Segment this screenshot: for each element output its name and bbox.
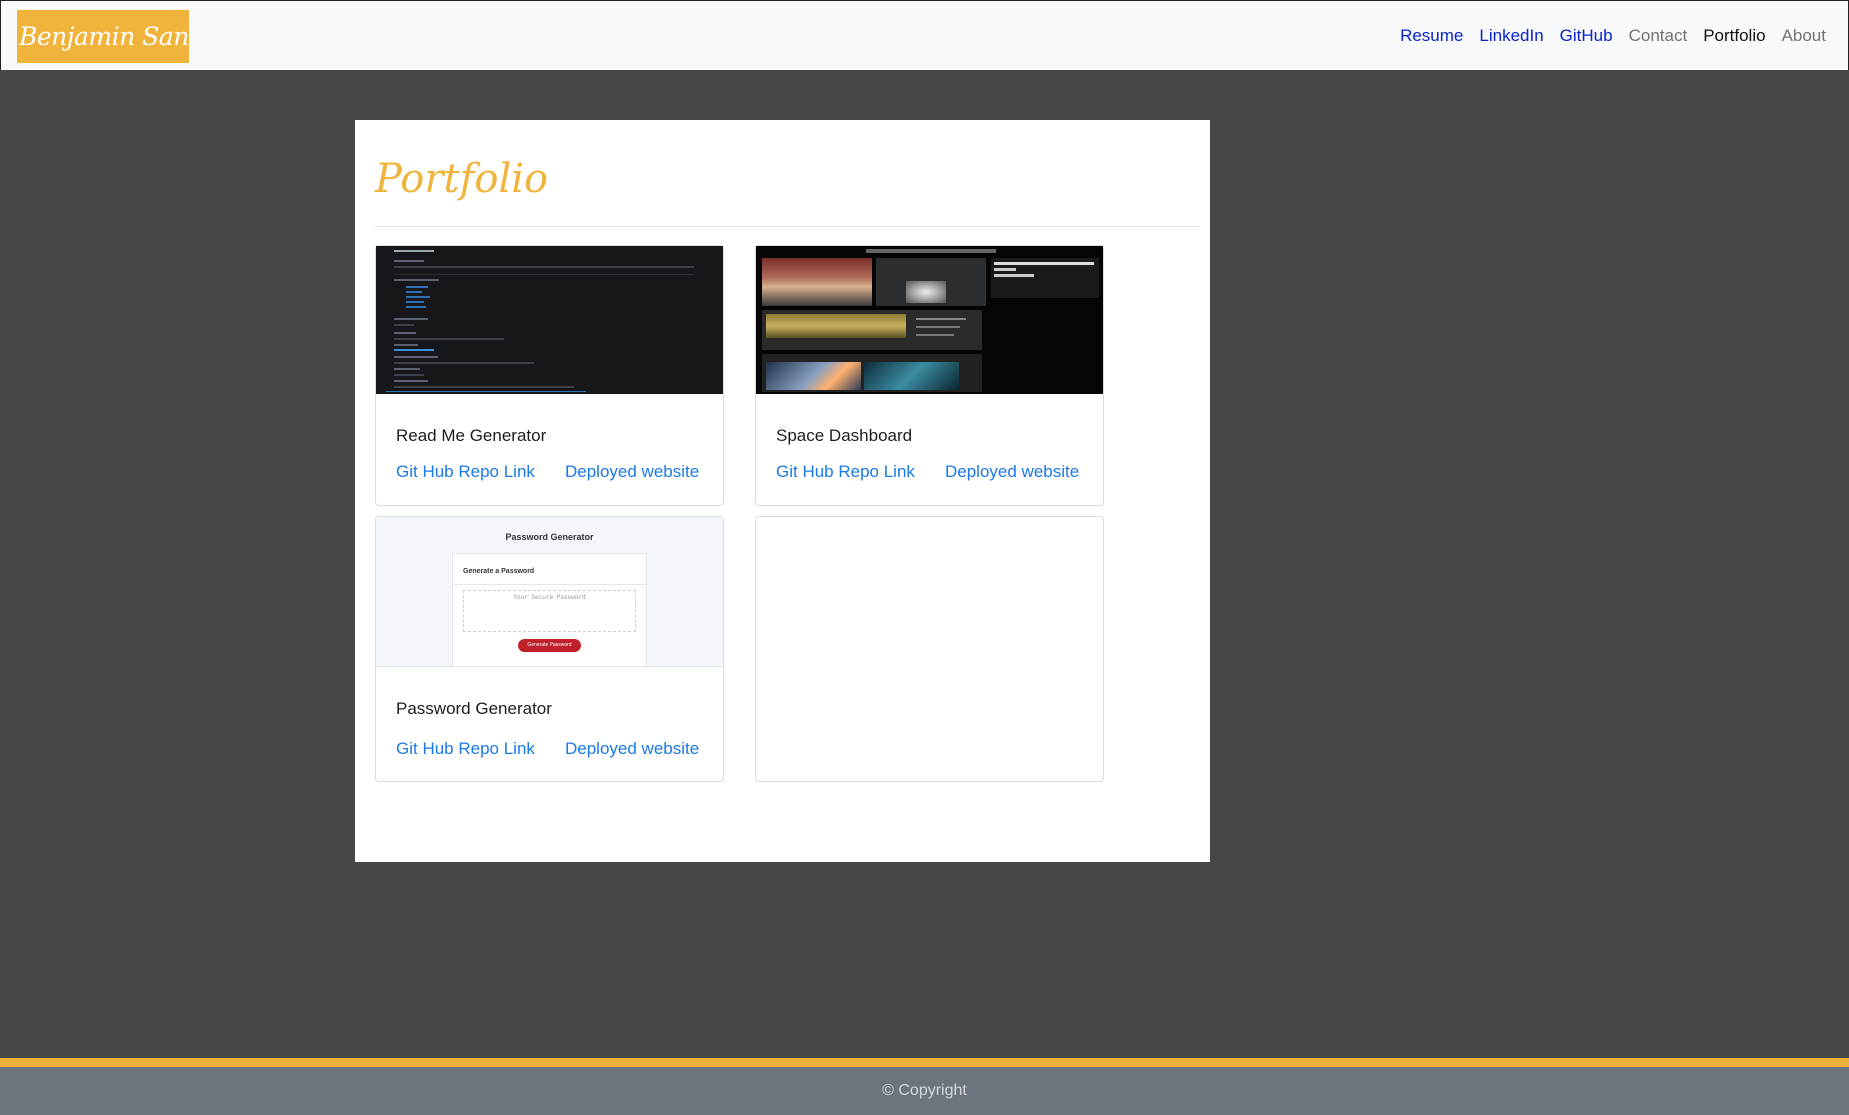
project-card-space: Space Dashboard Git Hub Repo Link Deploy… <box>755 245 1104 506</box>
nav-contact[interactable]: Contact <box>1629 26 1688 46</box>
brand-logo[interactable]: Benjamin Santos <box>17 10 189 63</box>
preview-card: Generate a Password Your Secure Password… <box>452 553 647 666</box>
copyright-text: © Copyright <box>882 1082 967 1099</box>
navbar: Benjamin Santos Resume LinkedIn GitHub C… <box>0 0 1849 70</box>
repo-link-space[interactable]: Git Hub Repo Link <box>776 462 915 482</box>
nav-resume[interactable]: Resume <box>1400 26 1463 46</box>
repo-link-password[interactable]: Git Hub Repo Link <box>396 739 535 759</box>
portfolio-panel: Portfolio Read Me Generator Git Hub Repo… <box>355 120 1210 862</box>
project-card-readme: Read Me Generator Git Hub Repo Link Depl… <box>375 245 724 506</box>
deployed-link-space[interactable]: Deployed website <box>945 462 1079 482</box>
page-title: Portfolio <box>375 156 549 202</box>
preview-subheading: Generate a Password <box>463 568 535 575</box>
title-divider <box>375 226 1200 227</box>
project-title-password: Password Generator <box>396 699 552 718</box>
project-card-empty <box>755 516 1104 782</box>
preview-password-box: Your Secure Password <box>463 590 636 632</box>
repo-link-readme[interactable]: Git Hub Repo Link <box>396 462 535 482</box>
footer: © Copyright <box>0 1067 1849 1115</box>
nav-links: Resume LinkedIn GitHub Contact Portfolio… <box>1384 1 1826 71</box>
nav-portfolio[interactable]: Portfolio <box>1703 26 1765 46</box>
preview-generate-button: Generate Password <box>518 639 581 652</box>
preview-divider <box>453 584 646 585</box>
nav-about[interactable]: About <box>1782 26 1826 46</box>
deployed-link-readme[interactable]: Deployed website <box>565 462 699 482</box>
project-card-password: Password Generator Generate a Password Y… <box>375 516 724 782</box>
project-thumbnail-password[interactable]: Password Generator Generate a Password Y… <box>376 517 723 667</box>
project-title-space: Space Dashboard <box>776 426 913 445</box>
nav-linkedin[interactable]: LinkedIn <box>1479 26 1543 46</box>
project-title-readme: Read Me Generator <box>396 426 547 445</box>
project-thumbnail-space[interactable] <box>756 246 1103 394</box>
deployed-link-password[interactable]: Deployed website <box>565 739 699 759</box>
preview-heading: Password Generator <box>505 532 594 542</box>
nav-github[interactable]: GitHub <box>1560 26 1613 46</box>
project-thumbnail-readme[interactable] <box>376 246 723 394</box>
footer-accent-bar <box>0 1058 1849 1067</box>
